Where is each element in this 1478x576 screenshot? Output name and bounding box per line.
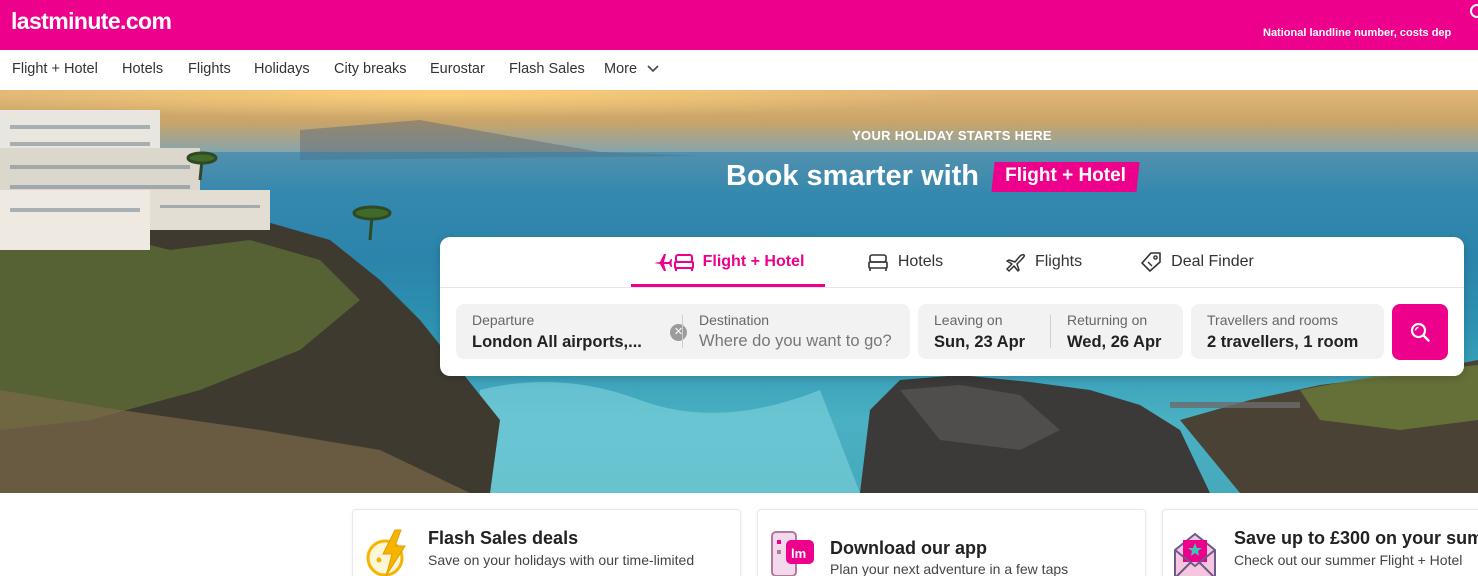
nav-item-flash-sales[interactable]: Flash Sales (509, 61, 585, 77)
tab-label: Deal Finder (1171, 253, 1254, 270)
promo-title: Download our app (830, 538, 987, 558)
destination-label: Destination (699, 312, 770, 328)
search-icon (1410, 322, 1430, 342)
nav-item-flight-hotel[interactable]: Flight + Hotel (12, 61, 98, 77)
promo-title: Save up to £300 on your sum (1234, 528, 1478, 548)
promo-card-flash-sales[interactable]: Flash Sales deals Save on your holidays … (352, 509, 741, 576)
main-nav: Flight + Hotel Hotels Flights Holidays C… (0, 50, 1478, 90)
promo-description: Plan your next adventure in a few taps (830, 561, 1069, 576)
date-fields: Leaving on Sun, 23 Apr Returning on Wed,… (918, 304, 1183, 359)
returning-value[interactable]: Wed, 26 Apr (1067, 333, 1161, 352)
leaving-label: Leaving on (934, 312, 1003, 328)
travellers-field[interactable]: Travellers and rooms 2 travellers, 1 roo… (1207, 304, 1379, 359)
travellers-value[interactable]: 2 travellers, 1 room (1207, 333, 1358, 352)
departure-label: Departure (472, 312, 535, 328)
site-logo[interactable]: lastminute.com (11, 8, 172, 35)
promo-card-app[interactable]: lm Download our app Plan your next adven… (757, 509, 1146, 576)
tab-label: Flight + Hotel (702, 253, 805, 270)
bed-icon (867, 252, 889, 272)
svg-text:lm: lm (791, 546, 806, 561)
nav-item-hotels[interactable]: Hotels (122, 61, 163, 77)
nav-item-city-breaks[interactable]: City breaks (334, 61, 407, 77)
field-divider (682, 315, 683, 348)
departure-value[interactable]: London All airports,... (472, 333, 642, 352)
promo-description: Check out our summer Flight + Hotel (1234, 552, 1463, 568)
promo-description: Save on your holidays with our time-limi… (428, 552, 695, 568)
lightning-clock-icon (366, 529, 406, 576)
envelope-icon (1174, 532, 1216, 576)
tabs-divider (440, 287, 1464, 288)
hero-headline: Book smarter with Flight + Hotel (726, 160, 1140, 196)
destination-input[interactable] (699, 332, 904, 351)
hero-title: Book smarter with (726, 160, 979, 192)
nav-item-eurostar[interactable]: Eurostar (430, 61, 485, 77)
route-fields: Departure London All airports,... ✕ Dest… (456, 304, 910, 359)
hero-highlight-chip: Flight + Hotel (991, 161, 1140, 192)
search-button[interactable] (1392, 304, 1448, 360)
tab-flights[interactable]: Flights (988, 237, 1098, 287)
nav-item-holidays[interactable]: Holidays (254, 61, 310, 77)
field-divider (1050, 315, 1051, 348)
nav-item-flights[interactable]: Flights (188, 61, 231, 77)
tab-hotels[interactable]: Hotels (850, 237, 960, 287)
leaving-value[interactable]: Sun, 23 Apr (934, 333, 1025, 352)
search-card: Flight + Hotel Hotels Flights Deal Finde… (440, 237, 1464, 376)
leaving-on-field[interactable]: Leaving on Sun, 23 Apr (934, 304, 1044, 359)
tab-label: Flights (1034, 253, 1083, 270)
plane-icon (1004, 252, 1026, 272)
plane-bed-icon (652, 251, 694, 273)
tag-icon (1140, 251, 1162, 273)
departure-field[interactable]: Departure London All airports,... ✕ (472, 304, 692, 359)
destination-field[interactable]: Destination (699, 304, 904, 359)
phone-app-icon: lm (771, 531, 814, 576)
landline-note: National landline number, costs dep (1263, 27, 1452, 39)
returning-on-field[interactable]: Returning on Wed, 26 Apr (1067, 304, 1177, 359)
returning-label: Returning on (1067, 312, 1148, 328)
tab-deal-finder[interactable]: Deal Finder (1130, 237, 1264, 287)
top-bar: lastminute.com National landline number,… (0, 0, 1478, 50)
tab-flight-hotel[interactable]: Flight + Hotel (631, 237, 825, 287)
chevron-down-icon[interactable] (647, 65, 659, 73)
promo-title: Flash Sales deals (428, 528, 579, 548)
tab-label: Hotels (897, 253, 944, 270)
nav-item-more[interactable]: More (604, 61, 637, 77)
help-icon[interactable] (1470, 4, 1478, 18)
travellers-fields: Travellers and rooms 2 travellers, 1 roo… (1191, 304, 1384, 359)
travellers-label: Travellers and rooms (1207, 312, 1338, 328)
clear-icon[interactable]: ✕ (670, 324, 687, 341)
promo-card-summer[interactable]: Save up to £300 on your sum Check out ou… (1162, 509, 1478, 576)
hero-kicker: YOUR HOLIDAY STARTS HERE (852, 128, 1052, 143)
